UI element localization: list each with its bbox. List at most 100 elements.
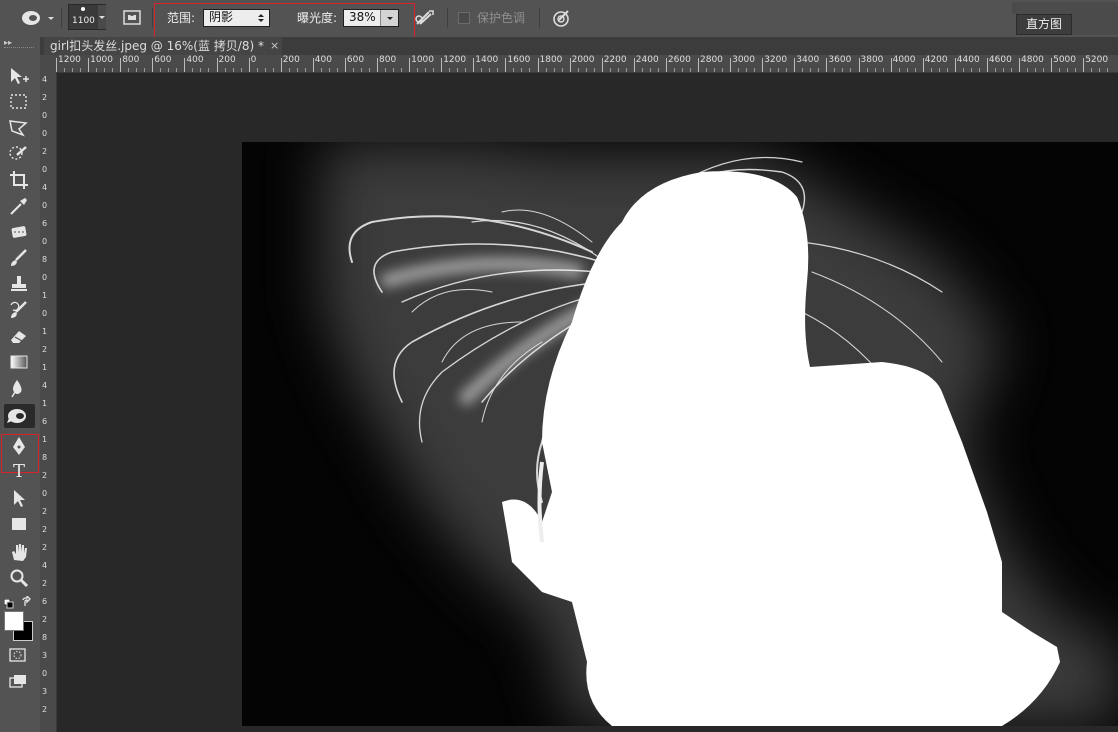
ruler-tick-label: 1000	[90, 55, 113, 65]
ruler-minor-mark	[393, 68, 395, 72]
ruler-minor-mark	[240, 68, 242, 72]
ruler-minor-mark	[946, 68, 948, 72]
protect-tones-checkbox[interactable]	[458, 12, 470, 24]
ruler-minor-mark	[136, 68, 138, 72]
ruler-tick-mark	[569, 58, 571, 72]
ruler-minor-mark	[898, 68, 900, 72]
ruler-minor-mark	[609, 68, 611, 72]
ruler-minor-mark	[1043, 68, 1045, 72]
ruler-minor-mark	[160, 68, 162, 72]
burn-tool-preset-icon[interactable]	[20, 9, 54, 31]
ruler-tick-mark	[312, 58, 314, 72]
screen-mode-icon[interactable]	[9, 673, 29, 693]
tool-quick-select[interactable]	[7, 143, 31, 165]
ruler-tick-mark	[505, 58, 507, 72]
tool-clone-stamp[interactable]	[7, 273, 31, 295]
ruler-minor-mark	[577, 68, 579, 72]
tool-pen[interactable]	[7, 435, 31, 457]
foreground-color-swatch[interactable]	[4, 611, 24, 631]
ruler-tick-label: 1000	[411, 55, 434, 65]
swap-colors-icon[interactable]	[21, 593, 33, 612]
separator	[152, 8, 153, 28]
ruler-minor-mark	[770, 68, 772, 72]
ruler-tick-label: 4600	[988, 55, 1012, 65]
ruler-minor-mark	[104, 68, 106, 72]
ruler-tick-label: 0	[42, 237, 48, 246]
document-tab[interactable]: girl扣头发丝.jpeg @ 16%(蓝 拷贝/8) * ×	[44, 37, 282, 55]
ruler-tick-mark	[216, 58, 218, 72]
tool-hand[interactable]	[7, 541, 31, 563]
ruler-tick-label: 4400	[956, 55, 980, 65]
ruler-tick-label: 800	[122, 55, 140, 65]
blur-icon	[11, 380, 22, 398]
pressure-size-icon[interactable]	[551, 8, 571, 32]
ruler-minor-mark	[96, 68, 98, 72]
tool-healing[interactable]	[7, 221, 31, 243]
tab-histogram[interactable]: 直方图	[1016, 14, 1072, 35]
ruler-tick-mark	[537, 58, 539, 72]
tool-zoom[interactable]	[7, 567, 31, 589]
tool-marquee[interactable]	[7, 91, 31, 113]
ruler-minor-mark	[706, 68, 708, 72]
tool-eraser[interactable]	[7, 325, 31, 347]
panel-tab-strip	[1072, 14, 1118, 35]
ruler-minor-mark	[617, 68, 619, 72]
tool-crop[interactable]	[7, 169, 31, 191]
ruler-minor-mark	[128, 68, 130, 72]
ruler-minor-mark	[834, 68, 836, 72]
tool-blur[interactable]	[7, 377, 31, 399]
ruler-minor-mark	[802, 68, 804, 72]
ruler-tick-label: 400	[314, 55, 332, 65]
pen-icon	[13, 437, 25, 455]
ruler-tick-label: 0	[42, 273, 48, 282]
tool-burn[interactable]	[4, 404, 35, 428]
tool-brush[interactable]	[7, 247, 31, 269]
tool-move[interactable]	[7, 65, 31, 87]
move-icon	[11, 68, 29, 84]
tool-path-select[interactable]	[7, 487, 31, 509]
ruler-tick-label: 1	[42, 363, 48, 372]
quick-mask-icon[interactable]	[9, 647, 27, 667]
tool-type[interactable]: T	[7, 461, 31, 483]
vertical-ruler[interactable]: 4 2 0 0 2 0 4 0 6 0 8 0 1 0 1 2 1 4 1 6 1 8 2 0 2 2 2 4 2 6 2 8 3 0 3 2	[40, 72, 57, 732]
airbrush-icon[interactable]	[414, 9, 436, 31]
ruler-tick-label: 4000	[892, 55, 916, 65]
ruler-minor-mark	[417, 68, 419, 72]
tool-lasso[interactable]	[7, 117, 31, 139]
ruler-tick-label: 3	[42, 687, 48, 696]
ruler-tick-label: 800	[379, 55, 397, 65]
ruler-tick-label: 6	[42, 597, 48, 606]
horizontal-ruler[interactable]: 1200 1000 800 600 400 200 0 200 400 600 800 1000 120…	[56, 55, 1118, 73]
panel-strip: 直方图	[1012, 2, 1118, 35]
ruler-tick-label: 4	[42, 381, 48, 390]
tool-eyedropper[interactable]	[7, 195, 31, 217]
canvas-area[interactable]	[57, 73, 1118, 732]
ruler-minor-mark	[978, 68, 980, 72]
tool-gradient[interactable]	[7, 351, 31, 373]
ruler-minor-mark	[360, 68, 362, 72]
tool-rectangle[interactable]	[7, 513, 31, 535]
brush-icon	[11, 249, 27, 266]
panel-grip[interactable]	[4, 47, 34, 51]
document-image[interactable]	[242, 142, 1118, 726]
ruler-tick-label: 1	[42, 327, 48, 336]
separator	[61, 8, 62, 28]
ruler-tick-label: 3800	[860, 55, 884, 65]
ruler-tick-label: 0	[42, 489, 48, 498]
ruler-tick-mark	[56, 58, 57, 72]
close-icon[interactable]: ×	[270, 37, 279, 55]
quick-select-icon	[9, 146, 27, 160]
ruler-minor-mark	[112, 68, 114, 72]
brush-size-picker[interactable]: 1100	[68, 4, 106, 30]
chevron-down-icon	[98, 5, 106, 29]
brush-panel-toggle-icon[interactable]	[123, 9, 141, 31]
ruler-minor-mark	[1010, 68, 1012, 72]
ruler-corner[interactable]	[40, 55, 56, 72]
tool-history-brush[interactable]	[7, 299, 31, 321]
ruler-tick-label: 4800	[1021, 55, 1044, 65]
ruler-tick-mark	[248, 58, 250, 72]
ruler-tick-label: 3	[42, 651, 48, 660]
ruler-minor-mark	[497, 68, 499, 72]
collapse-panel-icon[interactable]: ▸▸	[4, 38, 12, 47]
ruler-minor-mark	[994, 68, 996, 72]
